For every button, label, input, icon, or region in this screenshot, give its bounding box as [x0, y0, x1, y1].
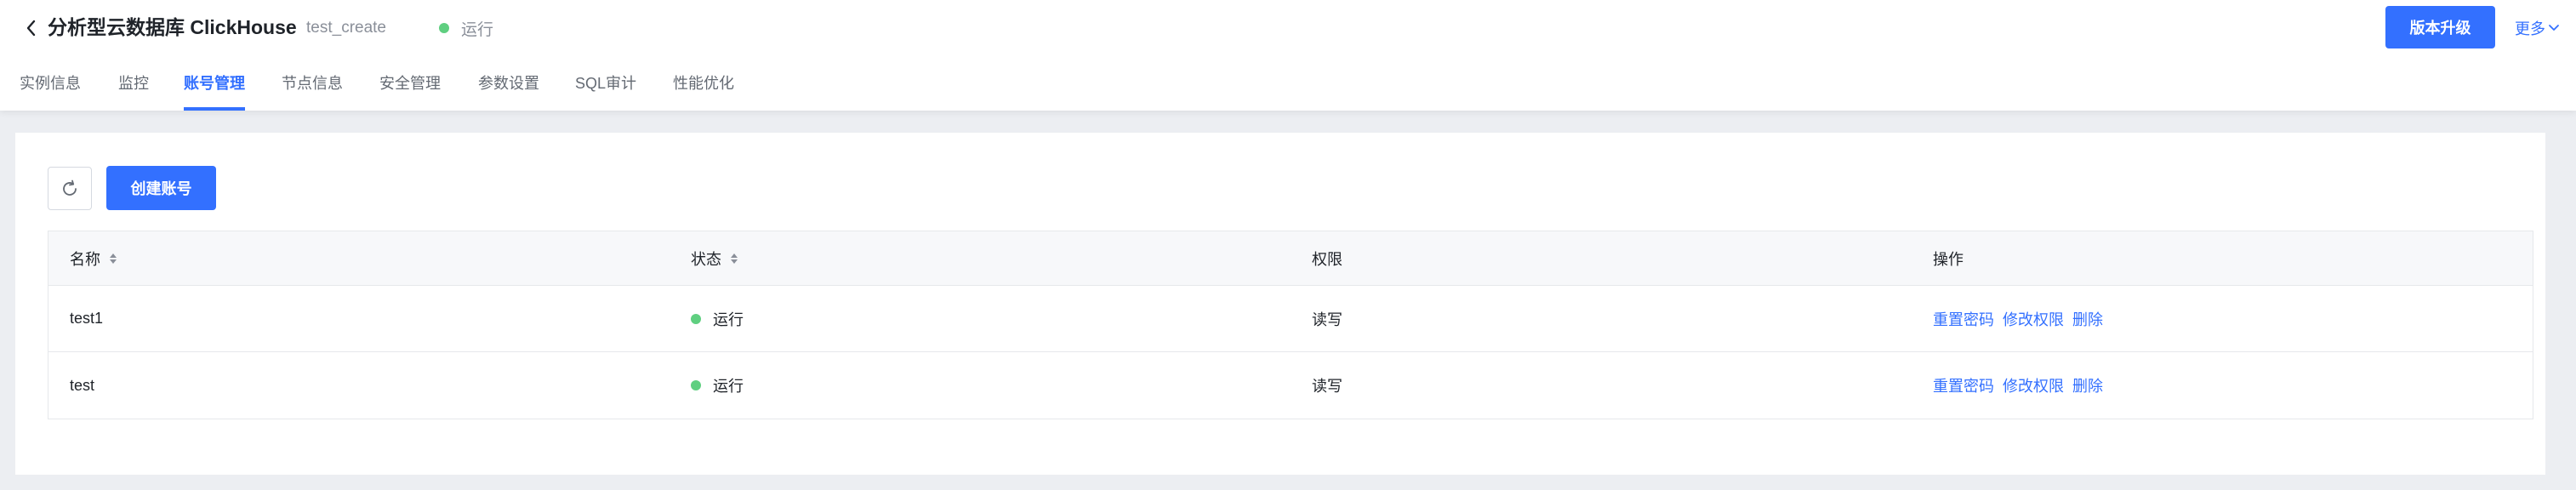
tab-instance-info[interactable]: 实例信息	[20, 60, 81, 111]
tab-security-management[interactable]: 安全管理	[379, 60, 441, 111]
title-row: 分析型云数据库 ClickHouse test_create 运行 版本升级 更…	[0, 0, 2576, 56]
table-header: 名称 状态 权限 操作	[48, 231, 2533, 286]
instance-status: 运行	[439, 15, 493, 41]
sort-icon[interactable]	[730, 253, 738, 265]
column-header-label: 名称	[70, 250, 100, 268]
accounts-table: 名称 状态 权限 操作 test1 运行 读写 重置密码 修改权限 删除 tes…	[48, 231, 2533, 419]
account-status-text: 运行	[713, 311, 744, 328]
tab-node-info[interactable]: 节点信息	[282, 60, 343, 111]
tab-monitoring[interactable]: 监控	[118, 60, 149, 111]
modify-permission-link[interactable]: 修改权限	[2003, 308, 2064, 330]
more-menu-label: 更多	[2515, 20, 2545, 37]
tab-performance-optimization[interactable]: 性能优化	[673, 60, 734, 111]
delete-link[interactable]: 删除	[2072, 308, 2103, 330]
page-title: 分析型云数据库 ClickHouse	[48, 16, 297, 38]
table-row: test1 运行 读写 重置密码 修改权限 删除	[48, 286, 2533, 352]
row-actions: 重置密码 修改权限 删除	[1933, 352, 2112, 419]
reset-password-link[interactable]: 重置密码	[1933, 374, 1994, 396]
column-header-actions: 操作	[1933, 250, 1963, 268]
status-dot-icon	[439, 23, 449, 33]
row-actions: 重置密码 修改权限 删除	[1933, 286, 2112, 351]
tab-sql-audit[interactable]: SQL审计	[575, 60, 636, 111]
column-header-status[interactable]: 状态	[691, 231, 738, 285]
accounts-panel: 创建账号 名称 状态 权限 操作 test1 运行 读写 重置密码 修改权限 删…	[15, 133, 2545, 475]
table-row: test 运行 读写 重置密码 修改权限 删除	[48, 352, 2533, 419]
modify-permission-link[interactable]: 修改权限	[2003, 374, 2064, 396]
tab-bar: 实例信息 监控 账号管理 节点信息 安全管理 参数设置 SQL审计 性能优化	[0, 60, 2576, 111]
chevron-left-icon	[26, 20, 36, 37]
column-header-permission: 权限	[1312, 250, 1342, 268]
page-header: 分析型云数据库 ClickHouse test_create 运行 版本升级 更…	[0, 0, 2576, 111]
reset-password-link[interactable]: 重置密码	[1933, 308, 1994, 330]
account-name: test1	[70, 310, 104, 327]
more-menu-button[interactable]: 更多	[2515, 15, 2560, 41]
account-status-text: 运行	[713, 378, 744, 395]
instance-status-text: 运行	[461, 20, 494, 39]
instance-id: test_create	[306, 19, 386, 37]
chevron-down-icon	[2549, 25, 2559, 31]
account-status: 运行	[691, 286, 744, 351]
account-name: test	[70, 376, 95, 394]
account-status: 运行	[691, 352, 744, 419]
column-header-label: 状态	[691, 250, 721, 268]
account-permission: 读写	[1312, 378, 1342, 395]
create-account-button[interactable]: 创建账号	[106, 166, 216, 210]
tab-account-management[interactable]: 账号管理	[184, 60, 245, 111]
refresh-button[interactable]	[48, 167, 92, 210]
refresh-icon	[63, 179, 77, 196]
status-dot-icon	[691, 313, 701, 324]
column-header-name[interactable]: 名称	[70, 231, 117, 285]
back-button[interactable]	[19, 15, 43, 41]
upgrade-version-button[interactable]: 版本升级	[2385, 6, 2495, 48]
delete-link[interactable]: 删除	[2072, 374, 2103, 396]
account-permission: 读写	[1312, 311, 1342, 328]
status-dot-icon	[691, 380, 701, 390]
tab-parameter-settings[interactable]: 参数设置	[478, 60, 539, 111]
sort-icon[interactable]	[109, 253, 117, 265]
